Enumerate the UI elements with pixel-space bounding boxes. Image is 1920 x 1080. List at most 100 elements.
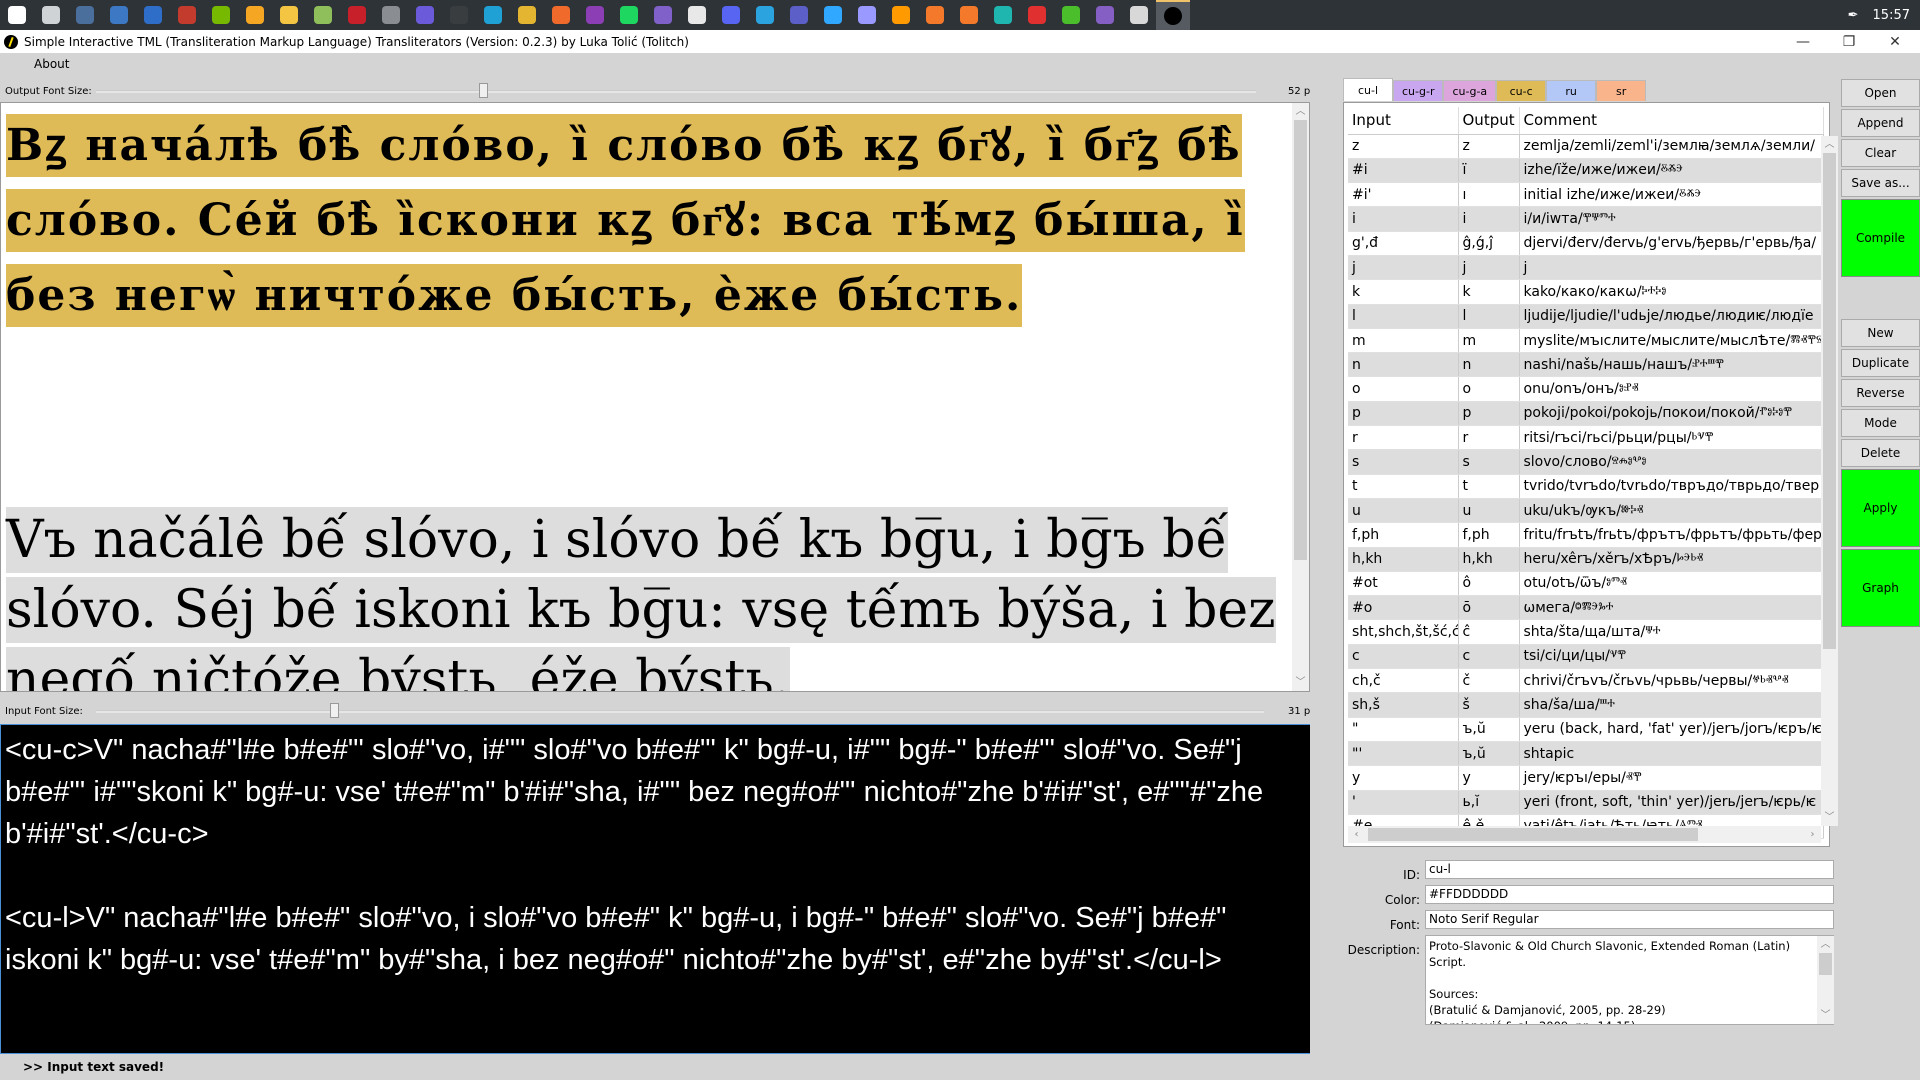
taskbar-app-slack[interactable]: [680, 0, 714, 30]
close-button[interactable]: ✕: [1872, 30, 1918, 53]
rule-output-cell[interactable]: ô: [1458, 571, 1520, 597]
rule-comment-cell[interactable]: initial izhe/иже/ижеи/ⰻⰶⰵ: [1519, 182, 1824, 208]
rules-hscroll-thumb[interactable]: [1368, 828, 1698, 841]
taskbar-app-whatsapp[interactable]: [1122, 0, 1156, 30]
menu-about[interactable]: About: [34, 57, 69, 71]
rule-comment-cell[interactable]: yeri (front, soft, 'thin' yer)/jerь/jerъ…: [1519, 790, 1824, 815]
rule-output-cell[interactable]: y: [1458, 765, 1520, 791]
taskbar-app-visual-studio[interactable]: [1088, 0, 1122, 30]
scroll-up-icon[interactable]: ︿: [1821, 136, 1838, 153]
taskbar-app-app-s[interactable]: [1020, 0, 1054, 30]
rule-input-cell[interactable]: z: [1348, 134, 1459, 159]
rule-row[interactable]: #i ï izhe/ïže/иже/ижеи/ⰻⰶⰵ: [1348, 158, 1824, 184]
append-button[interactable]: Append: [1841, 109, 1920, 137]
rule-output-cell[interactable]: ъ,ŭ: [1458, 741, 1520, 767]
rule-output-cell[interactable]: n: [1458, 352, 1520, 378]
rule-comment-cell[interactable]: kako/како/какѡ/ⰽⰰⰽⱁ: [1519, 279, 1824, 305]
save-as-button[interactable]: Save as...: [1841, 169, 1920, 197]
taskbar-app-telegram[interactable]: [748, 0, 782, 30]
rule-input-cell[interactable]: m: [1348, 328, 1459, 354]
rule-input-cell[interactable]: ch,č: [1348, 668, 1459, 694]
scroll-right-icon[interactable]: ›: [1804, 826, 1821, 843]
rule-output-cell[interactable]: t: [1458, 474, 1520, 499]
rule-comment-cell[interactable]: shtapic: [1519, 741, 1824, 767]
rule-input-cell[interactable]: r: [1348, 425, 1459, 451]
rule-row[interactable]: u u uku/ukъ/ѹкъ/ⱆⰽⱏ: [1348, 498, 1824, 524]
rule-output-cell[interactable]: u: [1458, 498, 1520, 524]
column-header-output[interactable]: Output: [1458, 107, 1520, 135]
rule-output-cell[interactable]: z: [1458, 134, 1520, 159]
rule-output-cell[interactable]: ō: [1458, 595, 1520, 621]
pen-icon[interactable]: ✒: [1848, 8, 1859, 23]
taskbar-app-spotify[interactable]: [612, 0, 646, 30]
rule-input-cell[interactable]: #i: [1348, 158, 1459, 184]
rule-input-cell[interactable]: ": [1348, 717, 1459, 742]
column-header-comment[interactable]: Comment: [1519, 107, 1824, 135]
taskbar-app-viber[interactable]: [646, 0, 680, 30]
rule-input-cell[interactable]: #o: [1348, 595, 1459, 621]
rule-output-cell[interactable]: f,ph: [1458, 522, 1520, 548]
clear-button[interactable]: Clear: [1841, 139, 1920, 167]
output-scroll-thumb[interactable]: [1294, 120, 1307, 560]
minimize-button[interactable]: —: [1780, 30, 1826, 53]
output-scrollbar[interactable]: ︿ ﹀: [1292, 103, 1309, 691]
delete-rule-button[interactable]: Delete: [1841, 439, 1920, 467]
rule-input-cell[interactable]: u: [1348, 498, 1459, 524]
rule-row[interactable]: n n nashi/našь/нашь/нашъ/ⱀⰰⱎⰹ: [1348, 352, 1824, 378]
rule-input-cell[interactable]: o: [1348, 376, 1459, 402]
rule-input-cell[interactable]: i: [1348, 206, 1459, 232]
rule-comment-cell[interactable]: myslite/мъıслите/мыслите/мыслѢте/ⰿⱏⰹⱄ: [1519, 328, 1824, 354]
rule-output-cell[interactable]: ь,ĭ: [1458, 790, 1520, 815]
graph-button[interactable]: Graph: [1841, 549, 1920, 627]
scroll-up-icon[interactable]: ︿: [1817, 936, 1834, 953]
rule-comment-cell[interactable]: ljudije/ljudie/l'udьje/людье/людиѥ/людїе: [1519, 304, 1824, 329]
reverse-button[interactable]: Reverse: [1841, 379, 1920, 407]
scroll-down-icon[interactable]: ﹀: [1821, 809, 1838, 826]
rule-output-cell[interactable]: i: [1458, 206, 1520, 232]
rule-comment-cell[interactable]: shta/šta/ща/шта/ⱋⰰ: [1519, 619, 1824, 645]
rule-input-cell[interactable]: c: [1348, 644, 1459, 670]
rule-input-cell[interactable]: ': [1348, 790, 1459, 815]
rule-comment-cell[interactable]: izhe/ïže/иже/ижеи/ⰻⰶⰵ: [1519, 158, 1824, 184]
open-button[interactable]: Open: [1841, 79, 1920, 107]
taskbar-app-task-view[interactable]: [34, 0, 68, 30]
tab-cu-l[interactable]: cu-l: [1343, 78, 1393, 101]
taskbar-app-obs[interactable]: [442, 0, 476, 30]
output-font-size-slider[interactable]: [96, 90, 1256, 93]
rule-input-cell[interactable]: sh,š: [1348, 692, 1459, 718]
rule-output-cell[interactable]: ъ,ŭ: [1458, 717, 1520, 742]
rule-comment-cell[interactable]: onu/onъ/онъ/ⱁⱀⱏ: [1519, 376, 1824, 402]
tab-ru[interactable]: ru: [1546, 80, 1597, 101]
rule-comment-cell[interactable]: slovo/слово/ⱄⰾⱁⰲⱁ: [1519, 449, 1824, 475]
rule-output-cell[interactable]: k: [1458, 279, 1520, 305]
rule-row[interactable]: p p pokoji/pokoi/pokojь/покои/покой/ⱂⱁⰽⱁⰹ: [1348, 401, 1824, 427]
rule-comment-cell[interactable]: nashi/našь/нашь/нашъ/ⱀⰰⱎⰹ: [1519, 352, 1824, 378]
taskbar-app-blender[interactable]: [918, 0, 952, 30]
rule-comment-cell[interactable]: heru/xêrъ/xěrъ/хѢръ/ⱈⰵⱃⱏ: [1519, 547, 1824, 572]
taskbar-app-discord[interactable]: [714, 0, 748, 30]
tab-sr[interactable]: sr: [1596, 80, 1647, 101]
rule-comment-cell[interactable]: yeru (back, hard, 'fat' yer)/jerъ/jorъ/ѥ…: [1519, 717, 1824, 742]
description-scroll-thumb[interactable]: [1819, 953, 1832, 975]
rule-input-cell[interactable]: k: [1348, 279, 1459, 305]
rule-comment-cell[interactable]: pokoji/pokoi/pokojь/покои/покой/ⱂⱁⰽⱁⰹ: [1519, 401, 1824, 427]
rule-row[interactable]: y y jery/ѥръı/еры/ⱏⰹ: [1348, 765, 1824, 791]
input-text-editor[interactable]: <cu-c>V" nacha#"l#e b#e#"' slo#"vo, i#""…: [0, 724, 1312, 1054]
taskbar-app-blender-2[interactable]: [952, 0, 986, 30]
taskbar-app-illustrator[interactable]: [884, 0, 918, 30]
rule-comment-cell[interactable]: zemlja/zemli/zeml'i/землꙗ/землѧ/земли/: [1519, 134, 1824, 159]
rule-output-cell[interactable]: ı: [1458, 182, 1520, 208]
rule-output-cell[interactable]: č: [1458, 668, 1520, 694]
color-field[interactable]: #FFDDDDDD: [1425, 885, 1834, 904]
taskbar-app-windows-start[interactable]: [0, 0, 34, 30]
rule-row[interactable]: s s slovo/слово/ⱄⰾⱁⰲⱁ: [1348, 449, 1824, 475]
rule-input-cell[interactable]: j: [1348, 255, 1459, 281]
rule-comment-cell[interactable]: ѡмега/ⱉⰿⰵⰳⰰ: [1519, 595, 1824, 621]
taskbar-app-notepad[interactable]: [306, 0, 340, 30]
taskbar-app-keyboard[interactable]: [102, 0, 136, 30]
rule-row[interactable]: sht,shch,št,šć,ć ĉ shta/šta/ща/шта/ⱋⰰ: [1348, 619, 1824, 645]
tab-cu-g-a[interactable]: cu-g-a: [1443, 80, 1497, 101]
input-font-size-slider[interactable]: [96, 710, 1264, 713]
rule-input-cell[interactable]: l: [1348, 304, 1459, 329]
scroll-down-icon[interactable]: ﹀: [1292, 674, 1309, 691]
